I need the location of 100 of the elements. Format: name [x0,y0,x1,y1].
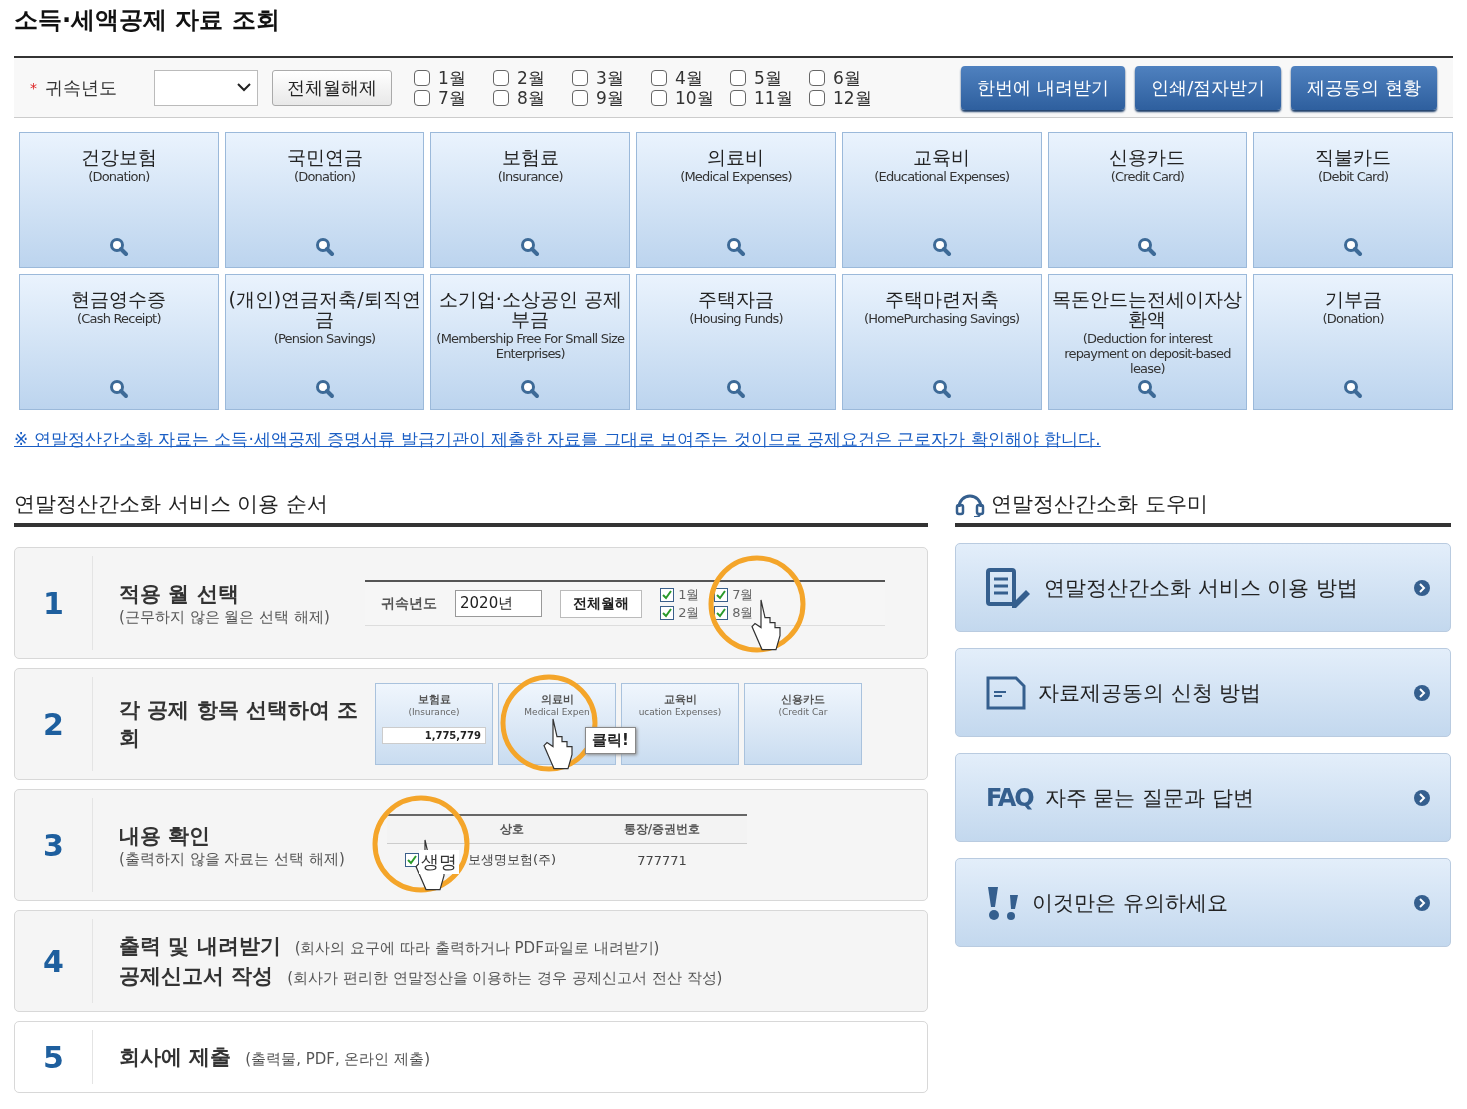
arrow-circle-icon [1414,579,1430,596]
month-label: 5월 [754,67,782,88]
action-button[interactable]: 인쇄/점자받기 [1135,65,1282,110]
month-label: 7월 [438,87,466,108]
search-icon [108,237,129,257]
search-icon [314,379,335,399]
required-mark: * [30,79,37,96]
step-card: 3 내용 확인 (출력하지 않을 자료는 선택 해제) 상호 통장/증권번호 생명 보생명보험(주) 777771 [14,789,928,901]
action-button[interactable]: 한번에 내려받기 [961,65,1126,110]
search-icon [1343,237,1364,257]
category-tile[interactable]: 현금영수증 (Cash Receipt) [19,274,219,410]
step-title: 적용 월 선택 [119,580,240,608]
month-label: 11월 [754,87,793,108]
category-tile[interactable]: 목돈안드는전세이자상환액 (Deduction for interest repayment on deposit-based lease) [1047,274,1248,410]
month-label: 3월 [596,67,624,88]
category-tile[interactable]: 주택자금 (Housing Funds) [636,274,836,410]
category-tile[interactable]: (개인)연금저축/퇴직연금 (Pension Savings) [224,274,425,410]
category-tile[interactable]: 기부금 (Donation) [1253,274,1453,410]
arrow-circle-icon [1414,894,1430,911]
year-label: 귀속년도 [381,594,437,613]
step-card: 4 출력 및 내려받기 (회사의 요구에 따라 출력하거나 PDF파일로 내려받기) 공제신고서 작성 (회사가 편리한 연말정산을 이용하는 경우 공제신고서 전산 작성) [14,910,928,1012]
search-icon [726,237,746,257]
search-icon [1137,379,1158,399]
search-icon [520,237,541,257]
step-card: 5 회사에 제출 (출력물, PDF, 온라인 제출) [14,1021,928,1093]
search-icon [931,379,952,399]
category-tile[interactable]: 건강보험 (Donation) [19,132,219,268]
category-tile: 보험료 (Insurance) 1,775,779 [375,683,493,765]
chevron-down-icon [237,83,251,92]
category-tile[interactable]: 의료비 (Medical Expenses) [636,132,836,268]
month-label: 7월 [732,585,754,604]
month-checkbox[interactable] [493,89,509,106]
step-title: 공제신고서 작성 [119,963,274,990]
column-header: 상호 [499,821,525,838]
month-label: 8월 [517,87,545,108]
exclamation-icon [986,884,1020,921]
category-tile[interactable]: 주택마련저축 (HomePurchasing Savings) [841,274,1042,410]
arrow-circle-icon [1414,789,1430,806]
action-button[interactable]: 제공동의 현황 [1291,65,1437,110]
arrow-circle-icon [1414,684,1430,701]
table-cell-text: 777771 [636,852,688,868]
category-tile[interactable]: 소기업·소상공인 공제부금 (Membership Free For Small Size Enterprises) [430,274,631,410]
document-pen-icon [986,567,1032,608]
clear-months-button[interactable]: 전체월해제 [272,69,392,106]
step-title: 출력 및 내려받기 [119,933,281,960]
month-label: 6월 [833,67,861,88]
section-title: 연말정산간소화 서비스 이용 순서 [14,491,928,527]
month-label: 1월 [438,67,466,88]
step-card: 2 각 공제 항목 선택하여 조회 보험료 (Insurance) 1,775,779 의료비 Medical Expen 교육비 ucation Expenses) 신용카드 (Credit Car 클릭! [14,668,928,780]
search-icon [931,237,952,257]
month-checkbox[interactable] [572,69,588,86]
month-checkbox[interactable] [730,69,746,86]
search-icon [726,379,746,399]
column-header: 통장/증권번호 [622,821,702,838]
month-checkbox[interactable] [730,89,746,106]
step-card: 1 적용 월 선택 (근무하지 않은 월은 선택 해제) 귀속년도 2020년 전체월해 1월 7월 2월 8월 [14,547,928,659]
magnified-text: 생명 [419,850,459,874]
helper-link[interactable]: FAQ 자주 묻는 질문과 답변 [955,753,1451,842]
month-checkbox[interactable] [414,69,430,86]
step-note: (회사의 요구에 따라 출력하거나 PDF파일로 내려받기) [294,939,660,958]
step-note: (출력물, PDF, 온라인 제출) [245,1050,431,1069]
step-title: 각 공제 항목 선택하여 조회 [119,697,360,752]
month-checkbox[interactable] [809,89,825,106]
category-tile: 신용카드 (Credit Car [744,683,862,765]
category-tile[interactable]: 신용카드 (Credit Card) [1047,132,1248,268]
month-label: 9월 [596,87,624,108]
step-note: (근무하지 않은 월은 선택 해제) [119,607,331,627]
page-title: 소득·세액공제 자료 조회 [14,5,281,36]
search-icon [108,379,129,399]
step-title: 내용 확인 [119,822,212,850]
search-icon [1343,379,1364,399]
notice-link[interactable]: ※ 연말정산간소화 자료는 소득·세액공제 증명서류 발급기관이 제출한 자료를 그대로 보여주는 것이므로 공제요건은 근로자가 확인해야 합니다. [14,428,1101,451]
month-checkbox[interactable] [572,89,588,106]
month-checkbox[interactable] [651,89,667,106]
helper-link[interactable]: 이것만은 유의하세요 [955,858,1451,947]
month-label: 2월 [517,67,545,88]
month-checkbox[interactable] [651,69,667,86]
month-label: 12월 [833,87,872,108]
year-label: 귀속년도 [45,75,117,100]
category-tile[interactable]: 국민연금 (Donation) [224,132,425,268]
document-icon [986,675,1026,710]
month-checkbox[interactable] [809,69,825,86]
search-icon [520,379,541,399]
month-checkbox[interactable] [414,89,430,106]
month-label: 4월 [675,67,703,88]
click-callout: 클릭! [585,727,636,754]
helper-link[interactable]: 연말정산간소화 서비스 이용 방법 [955,543,1451,632]
step-title: 회사에 제출 [119,1044,232,1071]
faq-label: FAQ [986,783,1033,812]
month-label: 8월 [732,603,754,622]
search-icon [1137,237,1158,257]
month-label: 2월 [678,603,700,622]
month-checkbox[interactable] [493,69,509,86]
category-tile[interactable]: 교육비 (Educational Expenses) [841,132,1042,268]
helper-title: 연말정산간소화 도우미 [991,491,1208,518]
helper-link[interactable]: 자료제공동의 신청 방법 [955,648,1451,737]
category-tile[interactable]: 보험료 (Insurance) [430,132,631,268]
step-note: (출력하지 않을 자료는 선택 해제) [119,849,346,869]
category-tile[interactable]: 직불카드 (Debit Card) [1253,132,1453,268]
month-label: 10월 [675,87,714,108]
